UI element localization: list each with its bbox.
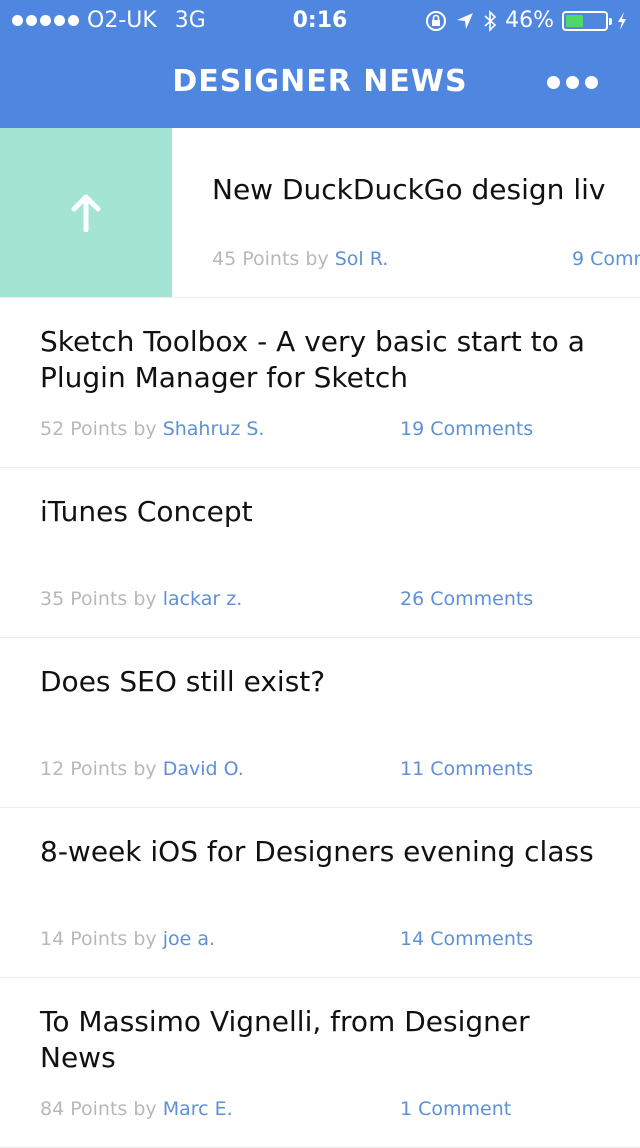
story-row[interactable]: Sketch Toolbox - A very basic start to a… — [0, 298, 640, 468]
story-comments-link[interactable]: 14 Comments — [400, 928, 533, 950]
story-title[interactable]: 8-week iOS for Designers evening class — [40, 834, 600, 870]
story-content: Does SEO still exist? — [40, 664, 600, 700]
story-row[interactable]: iTunes Concept 35 Points by lackar z. 26… — [0, 468, 640, 638]
app-title: DESIGNER NEWS — [172, 64, 468, 99]
story-author[interactable]: Sol R. — [335, 248, 389, 270]
story-points: 14 Points by — [40, 928, 157, 950]
story-author[interactable]: David O. — [163, 758, 244, 780]
story-meta: 35 Points by lackar z. 26 Comments — [40, 588, 640, 610]
story-meta: 12 Points by David O. 11 Comments — [40, 758, 640, 780]
up-arrow-icon — [71, 194, 101, 232]
story-content: New DuckDuckGo design liv — [212, 172, 640, 208]
story-meta: 45 Points by Sol R. 9 Comm — [212, 248, 640, 270]
story-meta: 52 Points by Shahruz S. 19 Comments — [40, 418, 640, 440]
story-author[interactable]: lackar z. — [163, 588, 243, 610]
story-title[interactable]: Does SEO still exist? — [40, 664, 600, 700]
story-author[interactable]: joe a. — [163, 928, 215, 950]
more-dots-icon[interactable] — [547, 76, 598, 89]
charging-bolt-icon — [618, 11, 626, 30]
location-arrow-icon — [457, 12, 474, 29]
story-comments-link[interactable]: 26 Comments — [400, 588, 533, 610]
story-title[interactable]: New DuckDuckGo design liv — [212, 172, 640, 208]
story-points: 84 Points by — [40, 1098, 157, 1120]
status-right: 46% — [425, 8, 628, 33]
story-meta: 84 Points by Marc E. 1 Comment — [40, 1098, 640, 1120]
story-points: 35 Points by — [40, 588, 157, 610]
story-content: 8-week iOS for Designers evening class — [40, 834, 600, 870]
story-content: Sketch Toolbox - A very basic start to a… — [40, 324, 600, 396]
story-comments-link[interactable]: 11 Comments — [400, 758, 533, 780]
story-content: To Massimo Vignelli, from Designer News — [40, 1004, 600, 1076]
story-author[interactable]: Shahruz S. — [163, 418, 265, 440]
battery-icon — [562, 10, 612, 31]
story-list: New DuckDuckGo design liv 45 Points by S… — [0, 128, 640, 1148]
app-header: O2-UK 3G 0:16 46% DESIGNER NEWS — [0, 0, 640, 128]
story-row[interactable]: New DuckDuckGo design liv 45 Points by S… — [0, 128, 640, 298]
story-points: 45 Points by — [212, 248, 329, 270]
story-title[interactable]: Sketch Toolbox - A very basic start to a… — [40, 324, 600, 396]
story-comments-link[interactable]: 19 Comments — [400, 418, 533, 440]
upvote-button[interactable] — [0, 128, 172, 297]
story-content: iTunes Concept — [40, 494, 600, 530]
rotation-lock-icon — [426, 10, 447, 31]
battery-percent: 46% — [505, 8, 554, 33]
story-row[interactable]: 8-week iOS for Designers evening class 1… — [0, 808, 640, 978]
status-bar: O2-UK 3G 0:16 46% — [0, 0, 640, 40]
story-points: 12 Points by — [40, 758, 157, 780]
story-title[interactable]: iTunes Concept — [40, 494, 600, 530]
bluetooth-icon — [484, 9, 497, 32]
story-author[interactable]: Marc E. — [163, 1098, 233, 1120]
story-comments-link[interactable]: 9 Comm — [572, 248, 640, 270]
story-points: 52 Points by — [40, 418, 157, 440]
story-row[interactable]: To Massimo Vignelli, from Designer News … — [0, 978, 640, 1148]
story-comments-link[interactable]: 1 Comment — [400, 1098, 511, 1120]
story-row[interactable]: Does SEO still exist? 12 Points by David… — [0, 638, 640, 808]
story-title[interactable]: To Massimo Vignelli, from Designer News — [40, 1004, 600, 1076]
story-meta: 14 Points by joe a. 14 Comments — [40, 928, 640, 950]
